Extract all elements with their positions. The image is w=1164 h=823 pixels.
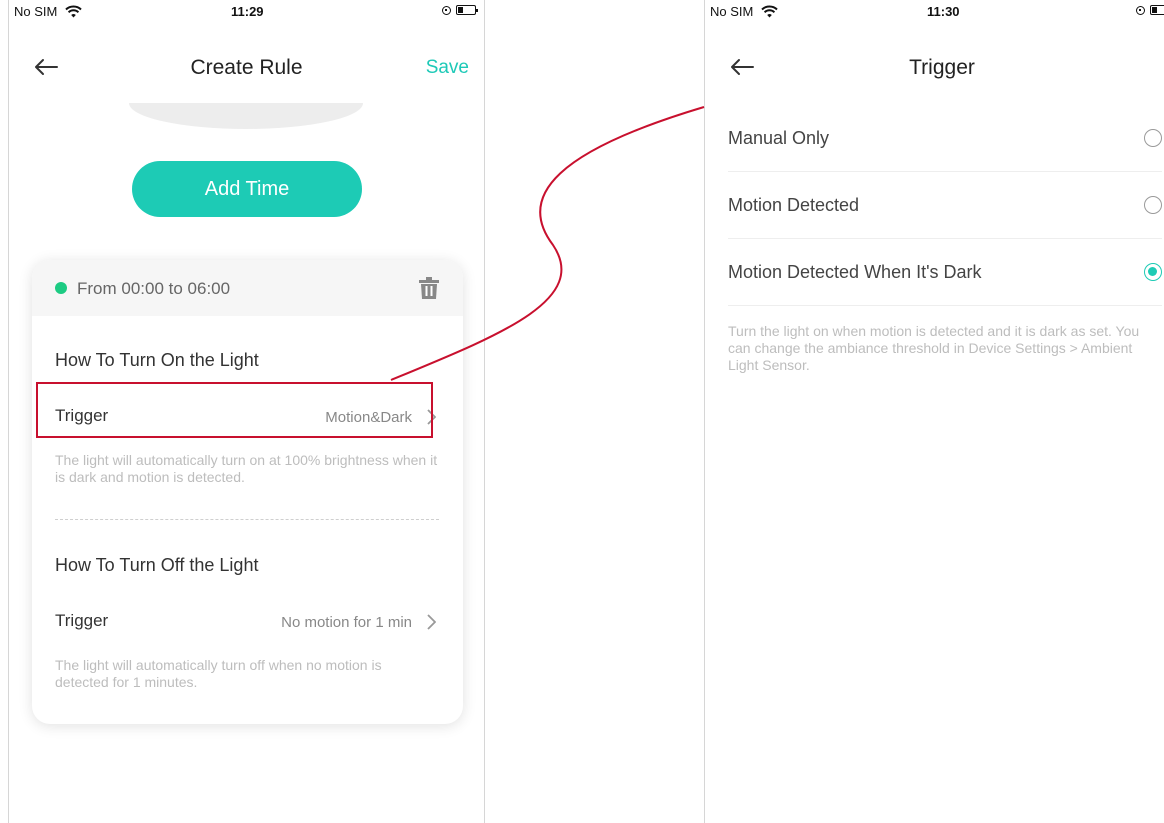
option-label: Motion Detected When It's Dark xyxy=(728,262,982,282)
trigger-screen: No SIM 11:30 Trigger Manual Only Motion … xyxy=(704,0,1164,823)
radio-button[interactable] xyxy=(1144,129,1162,147)
rotation-lock-icon xyxy=(442,5,451,15)
status-bar: No SIM 11:29 xyxy=(9,0,484,22)
status-time: 11:29 xyxy=(231,4,264,19)
active-status-dot xyxy=(55,282,67,294)
status-right-icons xyxy=(1136,5,1164,15)
page-title: Trigger xyxy=(909,56,975,79)
trigger-option-motion-detected[interactable]: Motion Detected xyxy=(728,172,1162,239)
save-button[interactable]: Save xyxy=(426,57,469,79)
battery-icon xyxy=(456,5,478,15)
wifi-icon xyxy=(65,5,82,18)
turn-on-section-title: How To Turn On the Light xyxy=(55,350,259,370)
turn-off-section-title: How To Turn Off the Light xyxy=(55,555,259,575)
rotation-lock-icon xyxy=(1136,5,1145,15)
nav-bar: Trigger xyxy=(705,40,1164,96)
wifi-icon xyxy=(761,5,778,18)
time-dial[interactable] xyxy=(129,103,363,129)
status-time: 11:30 xyxy=(927,4,960,19)
rule-card: From 00:00 to 06:00 How To Turn On the L… xyxy=(32,260,463,724)
status-bar: No SIM 11:30 xyxy=(705,0,1164,22)
battery-icon xyxy=(1150,5,1164,15)
trigger-option-motion-dark[interactable]: Motion Detected When It's Dark xyxy=(728,239,1162,306)
radio-button[interactable] xyxy=(1144,196,1162,214)
page-title: Create Rule xyxy=(190,56,303,79)
trigger-description: Turn the light on when motion is detecte… xyxy=(728,323,1140,373)
turn-on-hint: The light will automatically turn on at … xyxy=(55,452,438,485)
section-divider xyxy=(55,519,439,520)
carrier-group: No SIM xyxy=(14,4,82,19)
time-range: From 00:00 to 06:00 xyxy=(77,279,231,298)
status-right-icons xyxy=(442,5,478,15)
nav-bar: Create Rule Save xyxy=(9,40,484,96)
rule-card-header: From 00:00 to 06:00 xyxy=(32,260,463,316)
add-time-button[interactable]: Add Time xyxy=(132,161,362,217)
turn-off-hint: The light will automatically turn off wh… xyxy=(55,657,382,690)
trigger-label: Trigger xyxy=(55,611,109,630)
carrier-label: No SIM xyxy=(14,4,58,19)
trigger-highlight-box xyxy=(36,382,433,438)
carrier-label: No SIM xyxy=(710,4,754,19)
trigger-value: No motion for 1 min xyxy=(281,614,412,631)
turn-off-trigger-row[interactable]: Trigger No motion for 1 min xyxy=(32,597,463,647)
trigger-option-manual-only[interactable]: Manual Only xyxy=(728,105,1162,172)
trash-icon[interactable] xyxy=(419,277,439,299)
radio-button-selected[interactable] xyxy=(1144,263,1162,281)
carrier-group: No SIM xyxy=(710,4,778,19)
option-label: Manual Only xyxy=(728,128,830,148)
chevron-right-icon xyxy=(427,614,436,630)
option-label: Motion Detected xyxy=(728,195,860,215)
